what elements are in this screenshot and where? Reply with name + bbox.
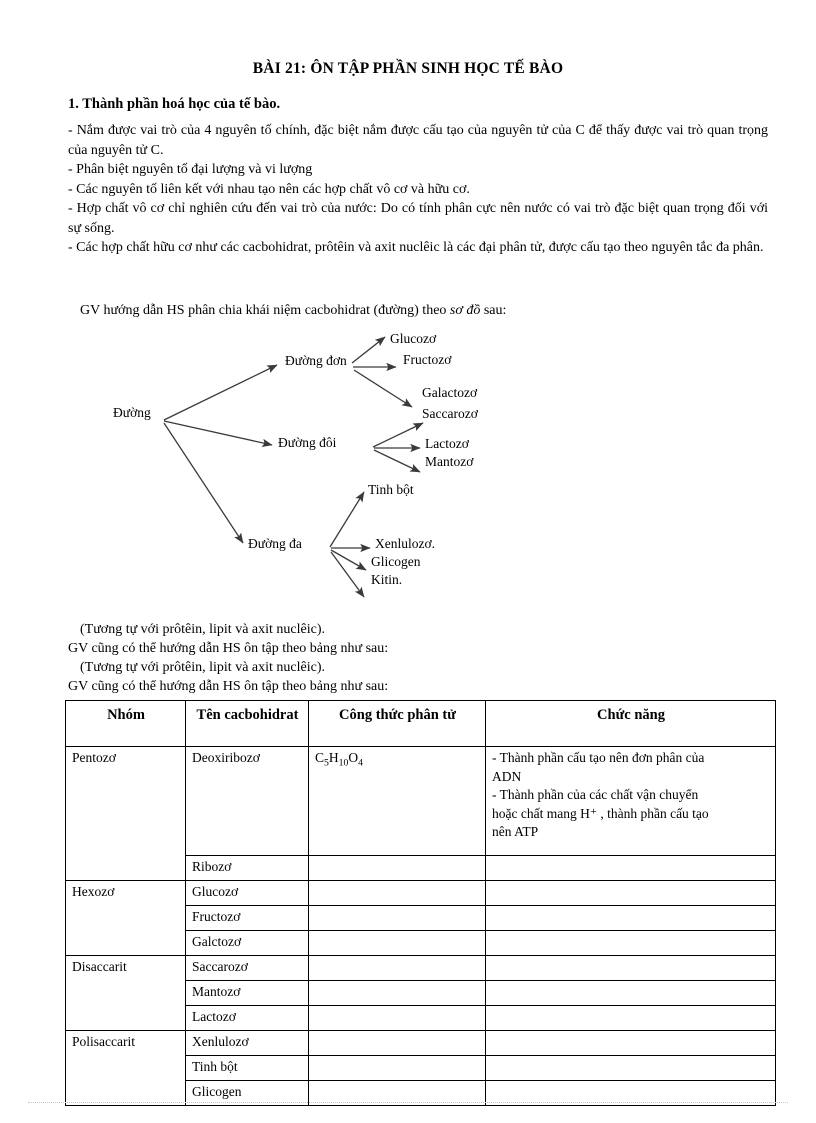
carbohydrate-name-cell: Mantozơ — [185, 980, 309, 1006]
formula-cell — [308, 880, 486, 906]
diagram-caption-after: sau: — [480, 303, 507, 318]
diagram-node-root: Đường — [113, 405, 151, 420]
footer-divider — [28, 1102, 788, 1104]
diagram-leaf-kitin: Kitin. — [371, 572, 403, 587]
diagram-leaf-saccarozo: Saccarozơ — [422, 406, 478, 421]
diagram-leaf-xenlulozo: Xenlulozơ. — [375, 536, 435, 551]
paragraph: - Các hợp chất hữu cơ như các cacbohidra… — [68, 240, 764, 255]
diagram-leaf-lactozo: Lactozơ — [425, 436, 469, 451]
table-header-chuc-nang: Chức năng — [485, 700, 776, 747]
paragraph: - Hợp chất vô cơ chỉ nghiên cứu đến vai … — [68, 201, 768, 236]
carbohydrate-name-cell: Saccarozơ — [185, 955, 309, 981]
table-row: Polisaccarit Xenlulozơ — [65, 1030, 776, 1106]
tail-line-4: GV cũng có thể hướng dẫn HS ôn tập theo … — [68, 679, 389, 694]
formula-cell — [308, 1030, 486, 1056]
function-cell — [485, 905, 776, 931]
carbohydrate-name-cell: Glucozơ — [185, 880, 309, 906]
paragraph: - Phân biệt nguyên tố đại lượng và vi lư… — [68, 162, 313, 177]
function-line: - Thành phần của các chất vận chuyển — [492, 787, 699, 802]
table-header-row: Nhóm Tên cacbohidrat Công thức phân tử C… — [65, 700, 776, 747]
carbohydrate-name-cell: Fructozơ — [185, 905, 309, 931]
function-cell — [485, 1055, 776, 1081]
tail-line-1: (Tương tự với prôtêin, lipit và axit nuc… — [80, 622, 325, 637]
function-line: ADN — [492, 768, 522, 784]
diagram-node-duong-don: Đường đơn — [285, 353, 347, 368]
intro-paragraphs: - Nắm được vai trò của 4 nguyên tố chính… — [68, 121, 768, 258]
function-cell — [485, 855, 776, 881]
function-cell — [485, 880, 776, 906]
carbohydrate-classification-diagram: Đường Đường đơn Glucozơ Fructozơ Galacto… — [0, 325, 816, 615]
group-cell-disaccarit: Disaccarit — [65, 955, 186, 1031]
diagram-node-duong-da: Đường đa — [248, 536, 302, 551]
carbohydrate-name-cell: Galctozơ — [185, 930, 309, 956]
table-row: Hexozơ Glucozơ — [65, 880, 776, 956]
function-cell — [485, 1030, 776, 1056]
carbohydrate-name-cell: Ribozơ — [185, 855, 309, 881]
carbohydrate-name-cell: Deoxiribozơ — [185, 746, 309, 856]
diagram-node-duong-doi: Đường đôi — [278, 435, 337, 450]
group-cell-hexozơ: Hexozơ — [65, 880, 186, 956]
table-header: Nhóm Tên cacbohidrat Công thức phân tử C… — [65, 700, 776, 747]
formula-cell: C5H10O4 — [308, 746, 486, 856]
tail-line-2: GV cũng có thể hướng dẫn HS ôn tập theo … — [68, 641, 389, 656]
carbohydrate-table-wrapper: Nhóm Tên cacbohidrat Công thức phân tử C… — [65, 700, 776, 1106]
table-header-cong-thuc: Công thức phân tử — [308, 700, 486, 747]
paragraph: - Các nguyên tố liên kết với nhau tạo nê… — [68, 181, 470, 197]
diagram-caption: GV hướng dẫn HS phân chia khái niệm cacb… — [80, 303, 506, 319]
function-line: - Thành phần cấu tạo nên đơn phân của — [492, 750, 705, 765]
diagram-leaf-galactozo: Galactozơ — [422, 385, 478, 400]
formula-cell — [308, 955, 486, 981]
carbohydrate-name-cell: Xenlulozơ — [185, 1030, 309, 1056]
group-cell-pentozơ: Pentozơ — [65, 746, 186, 881]
formula-cell — [308, 905, 486, 931]
formula-cell — [308, 855, 486, 881]
table-header-ten-cacbohidrat: Tên cacbohidrat — [185, 700, 309, 747]
function-cell — [485, 955, 776, 981]
diagram-leaf-glucozo: Glucozơ — [390, 331, 437, 346]
diagram-leaf-mantozo: Mantozơ — [425, 454, 474, 469]
diagram-caption-italic: sơ đồ — [449, 303, 481, 318]
group-cell-polisaccarit: Polisaccarit — [65, 1030, 186, 1106]
formula-cell — [308, 980, 486, 1006]
section-heading: 1. Thành phần hoá học của tế bào. — [68, 96, 281, 112]
formula-cell — [308, 1055, 486, 1081]
diagram-leaf-glicogen: Glicogen — [371, 554, 421, 569]
function-cell — [485, 930, 776, 956]
carbohydrate-name-cell: Tinh bột — [185, 1055, 309, 1081]
table-header-nhom: Nhóm — [65, 700, 186, 747]
tail-line-3: (Tương tự với prôtêin, lipit và axit nuc… — [80, 660, 325, 675]
paragraph: - Nắm được vai trò của 4 nguyên tố chính… — [68, 123, 768, 158]
table-body: Pentozơ Deoxiribozơ C5H10O4- Thành phần cấ… — [65, 746, 776, 1106]
page-title: BÀI 21: ÔN TẬP PHẦN SINH HỌC TẾ BÀO — [252, 60, 564, 77]
diagram-leaf-tinh-bot: Tinh bột — [368, 482, 414, 497]
diagram-caption-before: GV hướng dẫn HS phân chia khái niệm cacb… — [80, 303, 450, 318]
function-line: nên ATP — [492, 824, 539, 839]
diagram-arrows — [163, 336, 424, 598]
carbohydrate-table: Nhóm Tên cacbohidrat Công thức phân tử C… — [65, 700, 776, 1106]
table-row: Pentozơ Deoxiribozơ C5H10O4- Thành phần cấ… — [65, 746, 776, 881]
function-cell: - Thành phần cấu tạo nên đơn phân của ADN… — [485, 746, 776, 856]
function-cell — [485, 1005, 776, 1031]
diagram-leaf-fructozo: Fructozơ — [403, 352, 452, 367]
table-row: Disaccarit Saccarozơ — [65, 955, 776, 1031]
carbohydrate-name-cell: Lactozơ — [185, 1005, 309, 1031]
function-cell — [485, 980, 776, 1006]
formula-cell — [308, 930, 486, 956]
function-line: hoặc chất mang H⁺ , thành phần cấu tạo — [492, 805, 709, 821]
formula-cell — [308, 1005, 486, 1031]
document-page: BÀI 21: ÔN TẬP PHẦN SINH HỌC TẾ BÀO 1. T… — [0, 0, 816, 1123]
